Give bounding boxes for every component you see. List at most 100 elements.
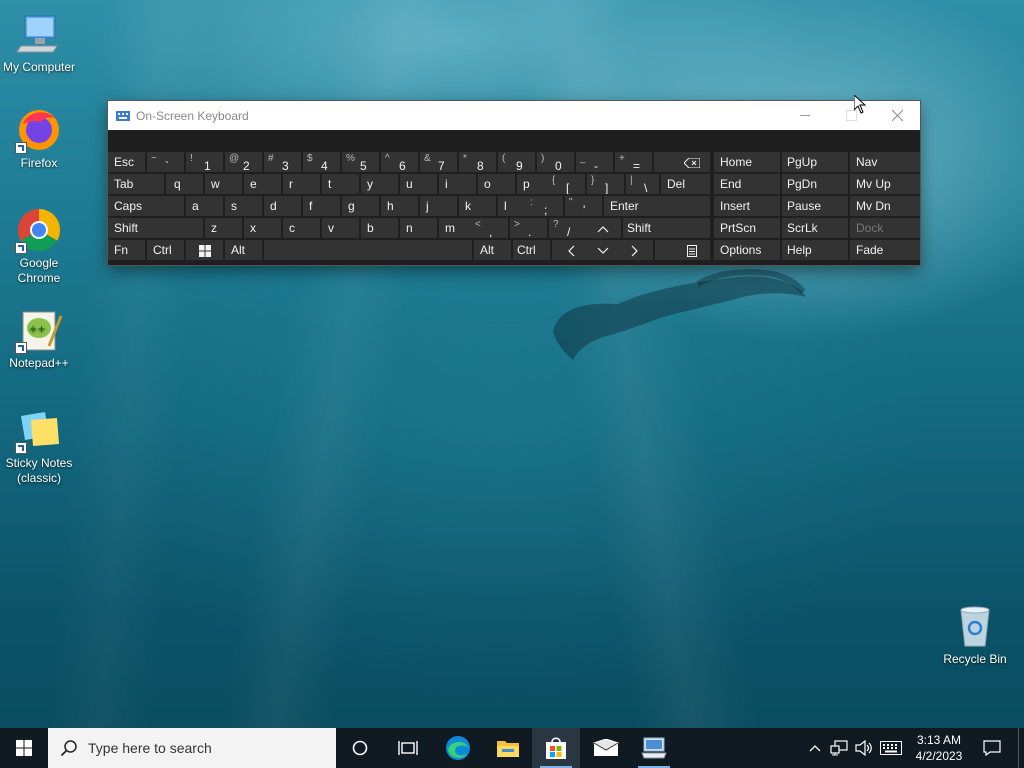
key-shift-left[interactable]: Shift — [108, 218, 203, 238]
key-arrow-up[interactable] — [584, 218, 621, 238]
key-q[interactable]: q — [166, 174, 203, 194]
key-home[interactable]: Home — [714, 152, 780, 172]
key-prtscn[interactable]: PrtScn — [714, 218, 780, 238]
key-2[interactable]: @2 — [225, 152, 262, 172]
key-tab[interactable]: Tab — [108, 174, 164, 194]
key-slash[interactable]: ? / — [549, 218, 586, 238]
key-w[interactable]: w — [205, 174, 242, 194]
key-8[interactable]: * 8 — [459, 152, 496, 172]
key-minus[interactable]: _ - — [576, 152, 613, 172]
start-button[interactable] — [0, 728, 48, 768]
key-9[interactable]: (9 — [498, 152, 535, 172]
network-button[interactable] — [826, 728, 852, 768]
key-help[interactable]: Help — [782, 240, 848, 260]
taskbar-store[interactable] — [532, 728, 580, 768]
key-t[interactable]: t — [322, 174, 359, 194]
desktop-icon-sticky-notes[interactable]: Sticky Notes (classic) — [1, 406, 77, 486]
key-a[interactable]: a — [186, 196, 223, 216]
key-n[interactable]: n — [400, 218, 437, 238]
key-e[interactable]: e — [244, 174, 281, 194]
desktop-icon-notepadpp[interactable]: ++ Notepad++ — [1, 306, 77, 371]
key-h[interactable]: h — [381, 196, 418, 216]
key-alt-left[interactable]: Alt — [225, 240, 262, 260]
clock[interactable]: 3:13 AM 4/2/2023 — [908, 728, 970, 768]
key-r[interactable]: r — [283, 174, 320, 194]
taskbar-mail[interactable] — [582, 728, 630, 768]
key-arrow-right[interactable] — [616, 240, 653, 260]
key-pgdn[interactable]: PgDn — [782, 174, 848, 194]
taskbar-search-box[interactable]: Type here to search — [48, 728, 336, 768]
key-fade[interactable]: Fade — [850, 240, 920, 260]
key-caps[interactable]: Caps — [108, 196, 184, 216]
key-s[interactable]: s — [225, 196, 262, 216]
key-scrlk[interactable]: ScrLk — [782, 218, 848, 238]
key-space[interactable] — [264, 240, 472, 260]
cortana-button[interactable] — [336, 728, 384, 768]
key-open-bracket[interactable]: {[ — [548, 174, 585, 194]
minimize-button[interactable] — [782, 101, 828, 130]
key-3[interactable]: #3 — [264, 152, 301, 172]
task-view-button[interactable] — [384, 728, 432, 768]
desktop-icon-firefox[interactable]: Firefox — [1, 106, 77, 171]
key-fn[interactable]: Fn — [108, 240, 145, 260]
key-5[interactable]: % 5 — [342, 152, 379, 172]
key-j[interactable]: j — [420, 196, 457, 216]
taskbar-edge[interactable] — [434, 728, 482, 768]
key-k[interactable]: k — [459, 196, 496, 216]
show-desktop-button[interactable] — [1018, 728, 1024, 768]
key-period[interactable]: >. — [510, 218, 547, 238]
taskbar-file-explorer[interactable] — [484, 728, 532, 768]
key-7[interactable]: & 7 — [420, 152, 457, 172]
desktop-icon-recycle-bin[interactable]: Recycle Bin — [937, 602, 1013, 667]
key-y[interactable]: y — [361, 174, 398, 194]
key-insert[interactable]: Insert — [714, 196, 780, 216]
key-options[interactable]: Options — [714, 240, 780, 260]
key-backslash[interactable]: | \ — [626, 174, 659, 194]
key-x[interactable]: x — [244, 218, 281, 238]
key-end[interactable]: End — [714, 174, 780, 194]
window-titlebar[interactable]: On-Screen Keyboard — [108, 101, 920, 130]
key-close-bracket[interactable]: }] — [587, 174, 624, 194]
key-c[interactable]: c — [283, 218, 320, 238]
key-ctrl-right[interactable]: Ctrl — [513, 240, 550, 260]
key-g[interactable]: g — [342, 196, 379, 216]
touch-keyboard-button[interactable] — [876, 728, 906, 768]
key-mv-up[interactable]: Mv Up — [850, 174, 920, 194]
desktop-icon-chrome[interactable]: Google Chrome — [1, 206, 77, 286]
key-z[interactable]: z — [205, 218, 242, 238]
key-v[interactable]: v — [322, 218, 359, 238]
key-dock[interactable]: Dock — [850, 218, 920, 238]
key-ctrl-left[interactable]: Ctrl — [147, 240, 184, 260]
key-mv-dn[interactable]: Mv Dn — [850, 196, 920, 216]
desktop-icon-my-computer[interactable]: My Computer — [1, 10, 77, 75]
taskbar-on-screen-keyboard[interactable] — [630, 728, 678, 768]
key-4[interactable]: $4 — [303, 152, 340, 172]
key-pause[interactable]: Pause — [782, 196, 848, 216]
key-f[interactable]: f — [303, 196, 340, 216]
volume-button[interactable] — [852, 728, 876, 768]
key-quote[interactable]: " ' — [565, 196, 602, 216]
key-windows[interactable] — [186, 240, 223, 260]
key-enter[interactable]: Enter — [604, 196, 710, 216]
maximize-button[interactable] — [828, 101, 874, 130]
key-esc[interactable]: Esc — [108, 152, 145, 172]
key-semicolon[interactable]: :; — [526, 196, 563, 216]
key-menu[interactable] — [655, 240, 710, 260]
key-0[interactable]: ) 0 — [537, 152, 574, 172]
key-alt-right[interactable]: Alt — [474, 240, 511, 260]
key-u[interactable]: u — [400, 174, 437, 194]
key-o[interactable]: o — [478, 174, 515, 194]
action-center-button[interactable] — [976, 728, 1008, 768]
key-pgup[interactable]: PgUp — [782, 152, 848, 172]
key-b[interactable]: b — [361, 218, 398, 238]
key-backspace[interactable] — [654, 152, 710, 172]
key-equals[interactable]: + = — [615, 152, 652, 172]
key-backtick[interactable]: ~ ` — [147, 152, 184, 172]
key-d[interactable]: d — [264, 196, 301, 216]
key-comma[interactable]: <, — [471, 218, 508, 238]
key-nav[interactable]: Nav — [850, 152, 920, 172]
key-i[interactable]: i — [439, 174, 476, 194]
key-6[interactable]: ^ 6 — [381, 152, 418, 172]
show-hidden-icons-button[interactable] — [804, 728, 826, 768]
key-shift-right[interactable]: Shift — [623, 218, 710, 238]
